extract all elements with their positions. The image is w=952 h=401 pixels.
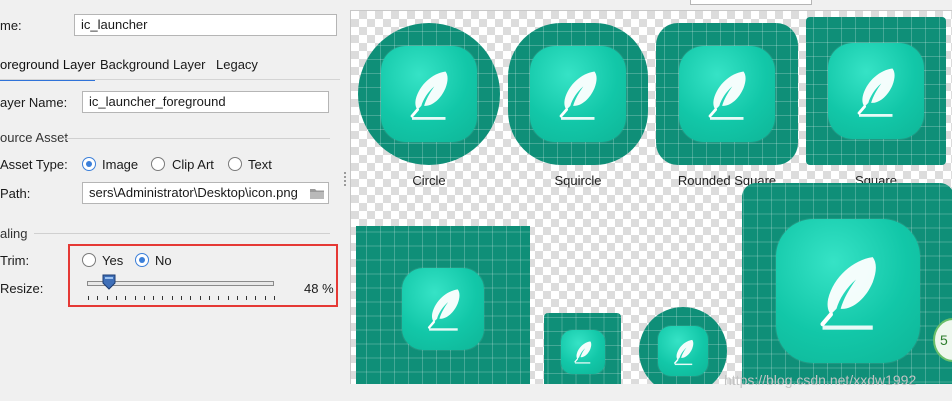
watermark-text: https://blog.csdn.net/xxdw1992: [724, 372, 917, 388]
path-label: Path:: [0, 186, 31, 201]
asset-type-image-radio[interactable]: [82, 157, 96, 171]
tab-foreground-layer[interactable]: oreground Layer: [0, 57, 96, 81]
feather-icon: [410, 71, 448, 121]
scaling-divider: [34, 233, 330, 234]
preview-rounded-square: [656, 23, 798, 165]
asset-type-clipart-radio[interactable]: [151, 157, 165, 171]
tab-background-layer[interactable]: Background Layer: [100, 57, 206, 79]
tab-legacy[interactable]: Legacy: [216, 57, 258, 79]
layer-name-label: ayer Name:: [0, 95, 68, 110]
preview-small-circle: [639, 307, 727, 384]
tabs-divider: [0, 79, 340, 80]
preview-large-rounded: [742, 183, 952, 384]
preview-small-square: [544, 313, 621, 384]
name-input[interactable]: ic_launcher: [74, 14, 337, 36]
resize-label: Resize:: [0, 281, 44, 296]
icon-preview-area: Circle Squircle Rounded Square Square: [350, 10, 952, 384]
icon-options-panel: me: ic_launcher oreground Layer Backgrou…: [0, 0, 345, 401]
caption-circle: Circle: [412, 173, 446, 188]
asset-type-image-label[interactable]: Image: [102, 157, 138, 172]
feather-icon: [820, 257, 877, 330]
feather-icon: [574, 341, 592, 364]
scaling-highlight-box: [68, 244, 338, 307]
preview-square: [806, 17, 946, 165]
preview-full-bleed: [356, 226, 530, 384]
asset-type-clipart-label[interactable]: Clip Art: [172, 157, 214, 172]
feather-icon: [708, 71, 746, 121]
source-asset-title: ource Asset: [0, 130, 68, 145]
browse-button[interactable]: [306, 183, 328, 203]
source-asset-divider: [62, 138, 330, 139]
preview-circle: [358, 23, 500, 165]
asset-type-text-radio[interactable]: [228, 157, 242, 171]
caption-squircle: Squircle: [554, 173, 602, 188]
feather-icon: [857, 68, 895, 118]
scaling-title: aling: [0, 226, 28, 241]
preview-squircle: [508, 23, 648, 165]
feather-icon: [673, 339, 693, 365]
folder-icon: [309, 187, 325, 200]
trim-label: Trim:: [0, 253, 30, 268]
asset-type-label: Asset Type:: [0, 157, 68, 172]
asset-type-text-label[interactable]: Text: [248, 157, 272, 172]
name-label: me:: [0, 18, 22, 33]
path-input[interactable]: sers\Administrator\Desktop\icon.png: [82, 182, 329, 204]
toolbar-control[interactable]: [690, 0, 812, 5]
layer-name-input[interactable]: ic_launcher_foreground: [82, 91, 329, 113]
feather-icon: [427, 289, 460, 331]
feather-icon: [559, 71, 597, 121]
panel-splitter[interactable]: [340, 0, 350, 401]
